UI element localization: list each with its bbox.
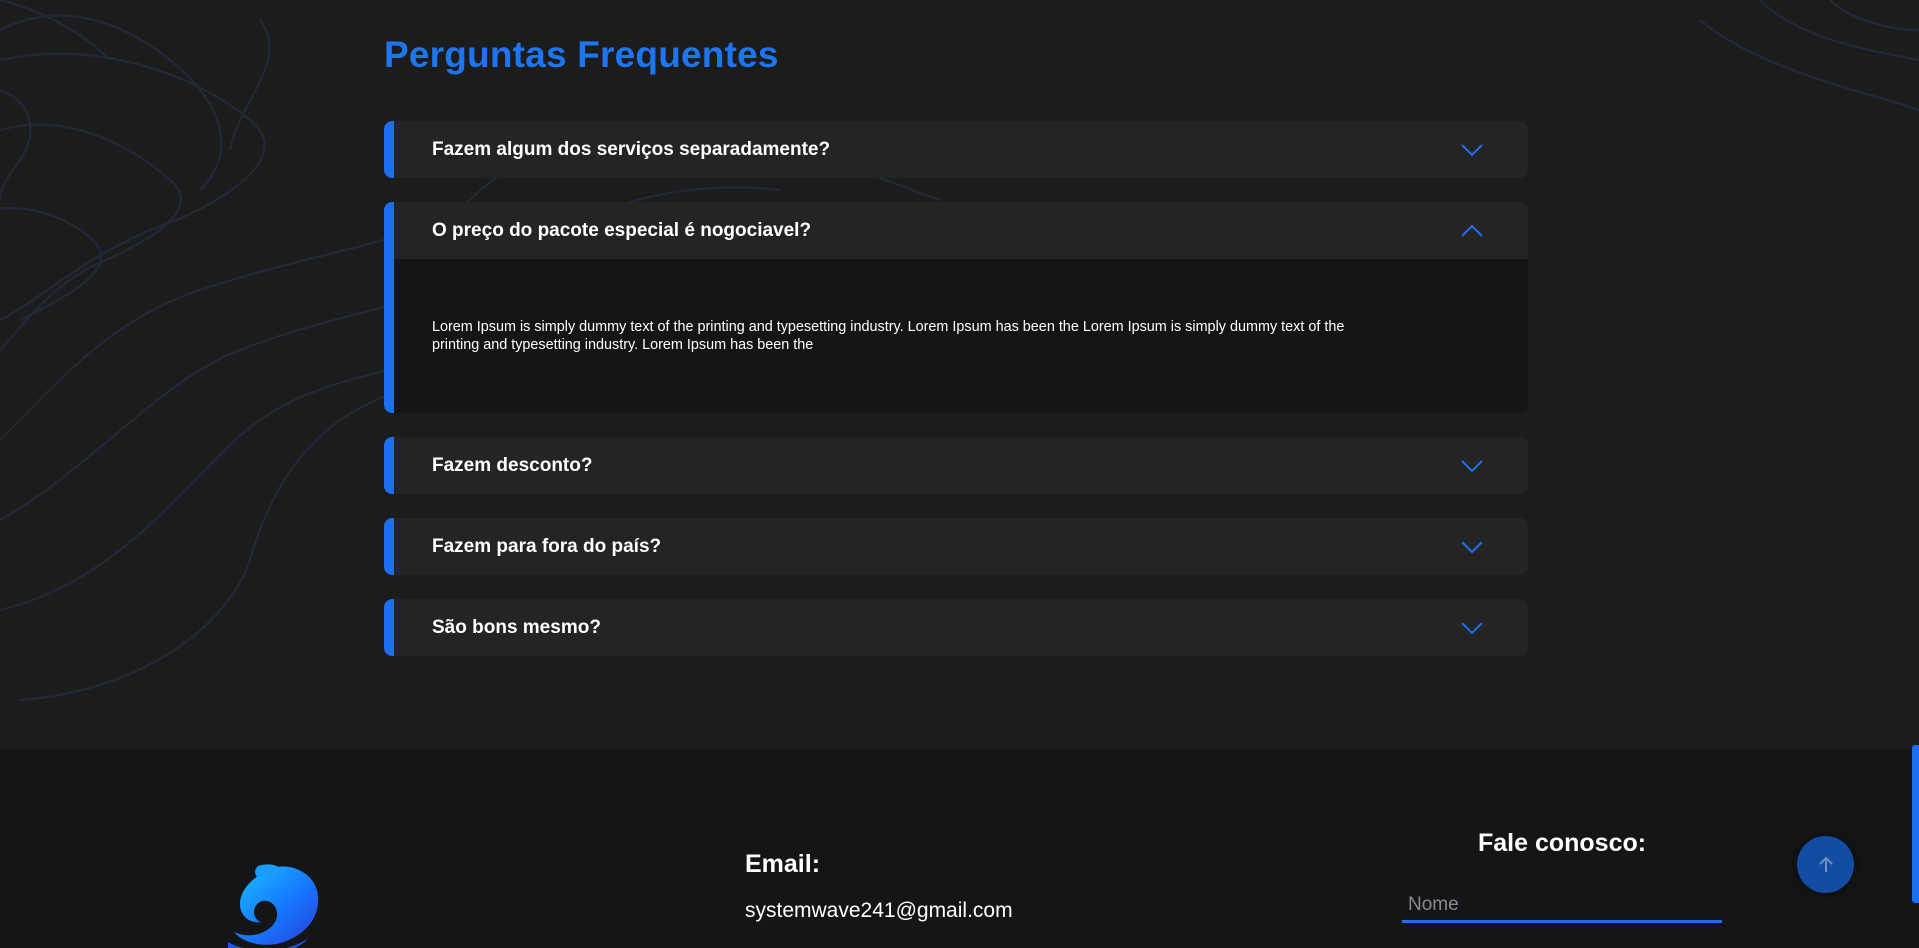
chevron-down-icon bbox=[1461, 143, 1483, 156]
faq-item: Fazem desconto? bbox=[384, 437, 1528, 494]
faq-question-toggle[interactable]: Fazem para fora do país? bbox=[384, 518, 1528, 575]
faq-question-toggle[interactable]: Fazem desconto? bbox=[384, 437, 1528, 494]
scrollbar-thumb[interactable] bbox=[1912, 745, 1919, 903]
faq-title: Perguntas Frequentes bbox=[384, 34, 779, 75]
chevron-down-icon bbox=[1461, 459, 1483, 472]
chevron-down-icon bbox=[1461, 540, 1483, 553]
arrow-up-icon bbox=[1818, 856, 1833, 872]
scroll-to-top-button[interactable] bbox=[1797, 836, 1854, 893]
faq-question-text: O preço do pacote especial é nogociavel? bbox=[432, 219, 812, 241]
email-label: Email: bbox=[745, 850, 821, 878]
faq-item: São bons mesmo? bbox=[384, 599, 1528, 656]
faq-section: Perguntas Frequentes Fazem algum dos ser… bbox=[0, 0, 1919, 750]
contact-title: Fale conosco: bbox=[1478, 829, 1647, 857]
faq-item: Fazem algum dos serviços separadamente? bbox=[384, 121, 1528, 178]
faq-item: Fazem para fora do país? bbox=[384, 518, 1528, 575]
faq-question-toggle[interactable]: O preço do pacote especial é nogociavel? bbox=[384, 202, 1528, 259]
faq-question-text: Fazem desconto? bbox=[432, 454, 593, 476]
faq-answer-text: Lorem Ipsum is simply dummy text of the … bbox=[432, 319, 1345, 353]
name-input[interactable] bbox=[1402, 889, 1722, 923]
faq-question-text: Fazem algum dos serviços separadamente? bbox=[432, 138, 831, 160]
chevron-up-icon bbox=[1461, 224, 1483, 237]
faq-answer: Lorem Ipsum is simply dummy text of the … bbox=[384, 259, 1528, 413]
faq-question-text: São bons mesmo? bbox=[432, 616, 601, 638]
page: Perguntas Frequentes Fazem algum dos ser… bbox=[0, 0, 1919, 948]
chevron-down-icon bbox=[1461, 621, 1483, 634]
email-value[interactable]: systemwave241@gmail.com bbox=[745, 899, 1013, 923]
faq-question-toggle[interactable]: Fazem algum dos serviços separadamente? bbox=[384, 121, 1528, 178]
footer: Email: systemwave241@gmail.com Fale cono… bbox=[0, 750, 1919, 948]
faq-question-text: Fazem para fora do país? bbox=[432, 535, 662, 557]
faq-list: Fazem algum dos serviços separadamente? … bbox=[384, 121, 1528, 680]
faq-item: O preço do pacote especial é nogociavel?… bbox=[384, 202, 1528, 413]
wave-logo-icon bbox=[228, 864, 319, 948]
faq-question-toggle[interactable]: São bons mesmo? bbox=[384, 599, 1528, 656]
